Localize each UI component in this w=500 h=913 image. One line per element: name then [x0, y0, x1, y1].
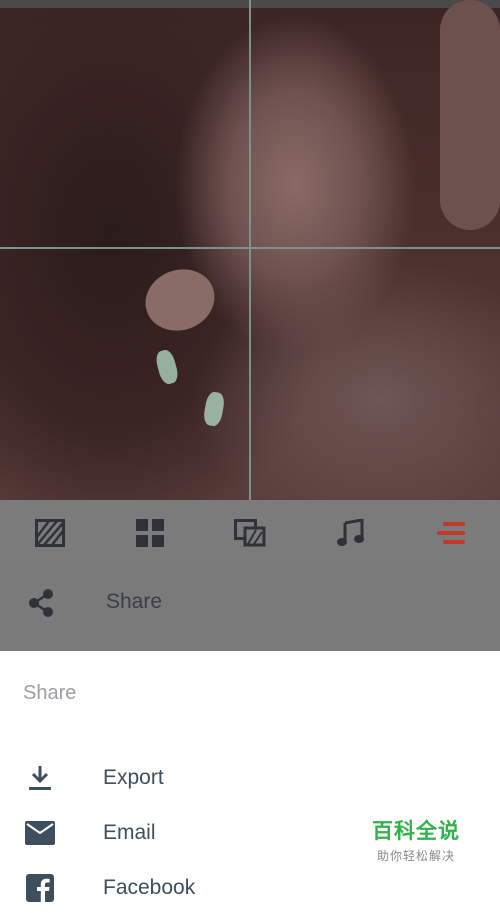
- watermark-main-text: 百科全说: [372, 820, 460, 843]
- sheet-item-export[interactable]: Export: [0, 753, 500, 803]
- tool-menu-button[interactable]: [430, 513, 470, 553]
- grid-icon: [136, 519, 164, 547]
- watermark-sub-text: 助你轻松解决: [376, 849, 455, 863]
- crop-grid-horizontal-line: [0, 247, 500, 249]
- facebook-icon: [25, 873, 55, 903]
- sheet-item-label: Email: [103, 821, 156, 844]
- tool-grid-button[interactable]: [130, 513, 170, 553]
- photo-earring: [202, 390, 226, 428]
- tool-music-button[interactable]: [330, 513, 370, 553]
- tool-hatch-button[interactable]: [30, 513, 70, 553]
- editor-toolbar: [0, 500, 500, 566]
- tool-layers-button[interactable]: [230, 513, 270, 553]
- email-icon: [25, 818, 55, 848]
- music-icon: [337, 519, 364, 546]
- photo-canvas[interactable]: [0, 0, 500, 500]
- watermark: 百科全说 助你轻松解决: [366, 815, 466, 864]
- layers-icon: [234, 519, 266, 547]
- share-icon: [29, 589, 53, 617]
- share-row-label: Share: [106, 590, 163, 613]
- photo-earring: [153, 348, 181, 386]
- share-row[interactable]: Share: [0, 566, 500, 651]
- download-icon: [25, 763, 55, 793]
- sheet-title: Share: [23, 682, 77, 704]
- sheet-item-facebook[interactable]: Facebook: [0, 863, 500, 913]
- photo-ear: [136, 259, 224, 341]
- photo-hand: [440, 0, 500, 230]
- sheet-item-label: Facebook: [103, 876, 196, 899]
- sheet-item-label: Export: [103, 766, 164, 789]
- crop-grid-vertical-line: [249, 0, 251, 500]
- hatch-icon: [35, 519, 65, 547]
- menu-lines-icon: [437, 522, 465, 544]
